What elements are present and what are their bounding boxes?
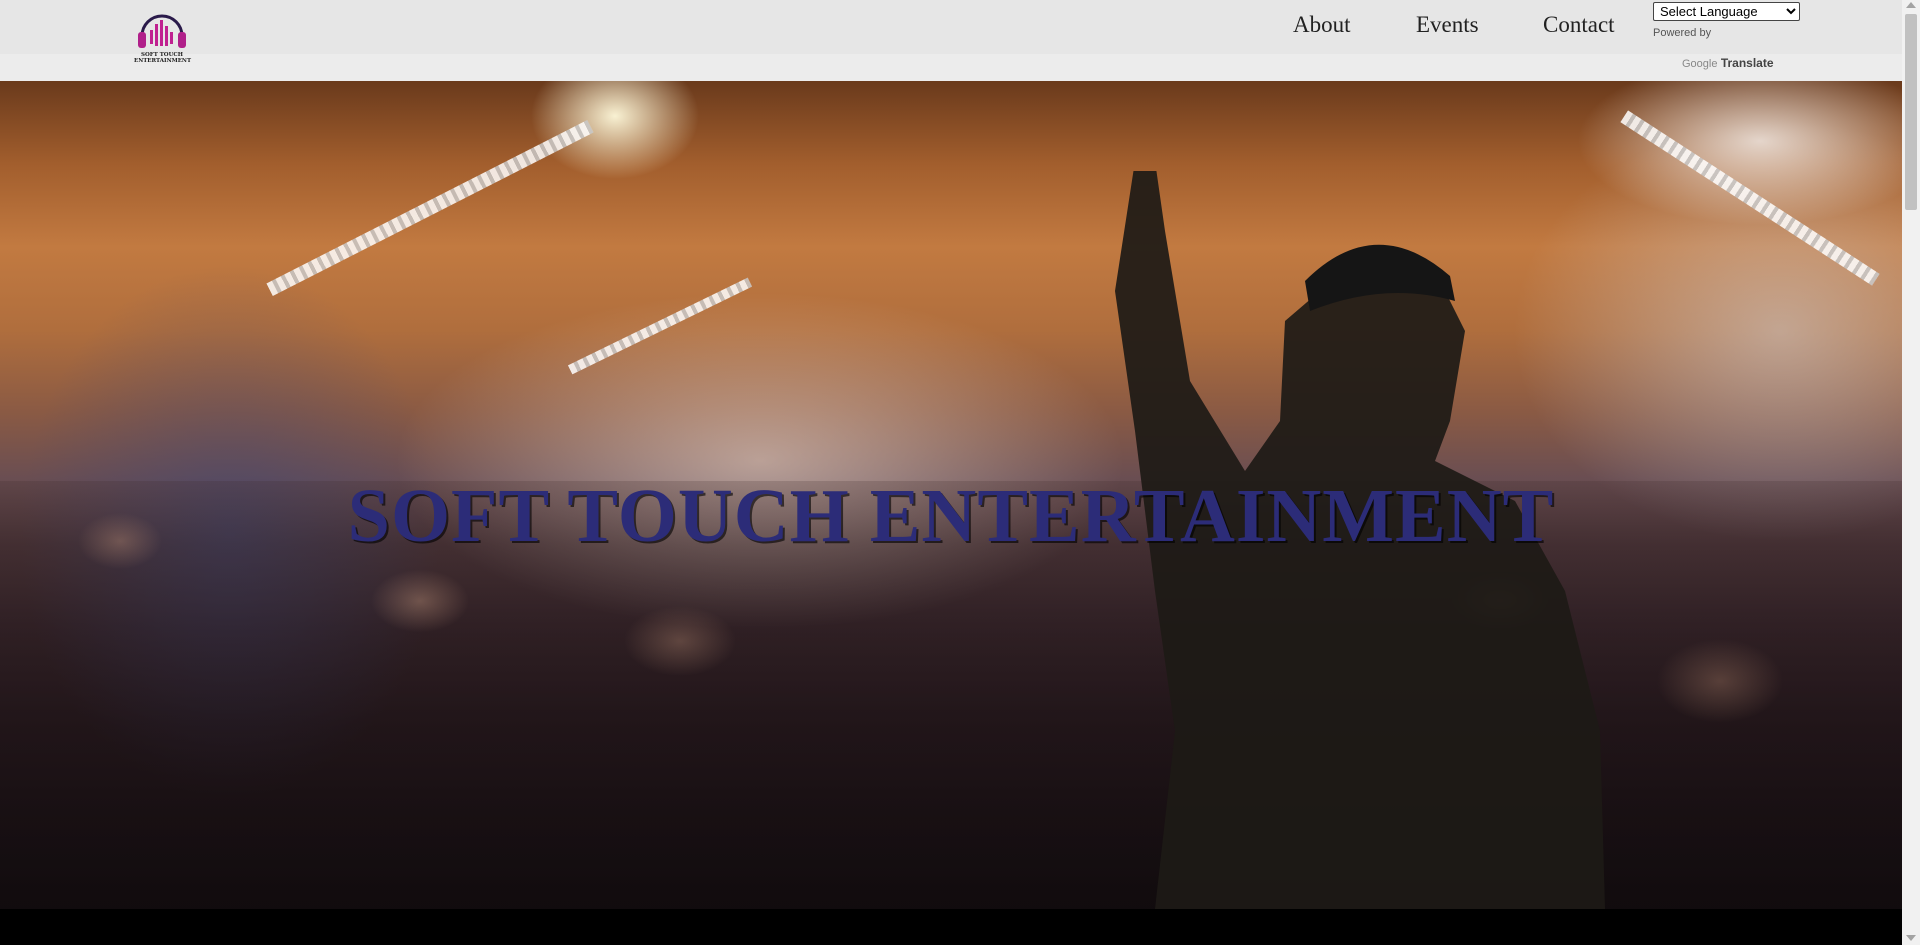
scroll-down-arrow-icon[interactable]: [1906, 935, 1916, 941]
nav-link-events[interactable]: Events: [1416, 12, 1479, 38]
top-navigation-bar: [0, 0, 1902, 54]
vertical-scrollbar[interactable]: [1902, 0, 1920, 945]
stage-light-truss: [1620, 110, 1880, 286]
logo-wordmark: SOFT TOUCH ENTERTAINMENT: [134, 52, 192, 64]
headphones-equalizer-logo-icon: [138, 14, 186, 48]
stage-light-truss: [266, 120, 594, 296]
header-translucent-strip: [0, 54, 1902, 81]
site-logo[interactable]: SOFT TOUCH ENTERTAINMENT: [134, 10, 192, 68]
nav-link-about[interactable]: About: [1293, 12, 1351, 38]
translate-label: Translate: [1720, 56, 1774, 70]
google-logo-text: Google: [1682, 58, 1718, 70]
language-select[interactable]: Select Language: [1653, 2, 1800, 21]
hero-title: SOFT TOUCH ENTERTAINMENT: [347, 474, 1555, 558]
scroll-up-arrow-icon[interactable]: [1906, 2, 1916, 8]
nav-link-contact[interactable]: Contact: [1543, 12, 1615, 38]
powered-by-label: Powered by: [1653, 27, 1712, 39]
stage-light-truss: [567, 277, 753, 375]
google-translate-link[interactable]: Google Translate: [1682, 56, 1774, 70]
hero-banner: SOFT TOUCH ENTERTAINMENT: [0, 81, 1902, 909]
scrollbar-thumb[interactable]: [1905, 14, 1917, 210]
